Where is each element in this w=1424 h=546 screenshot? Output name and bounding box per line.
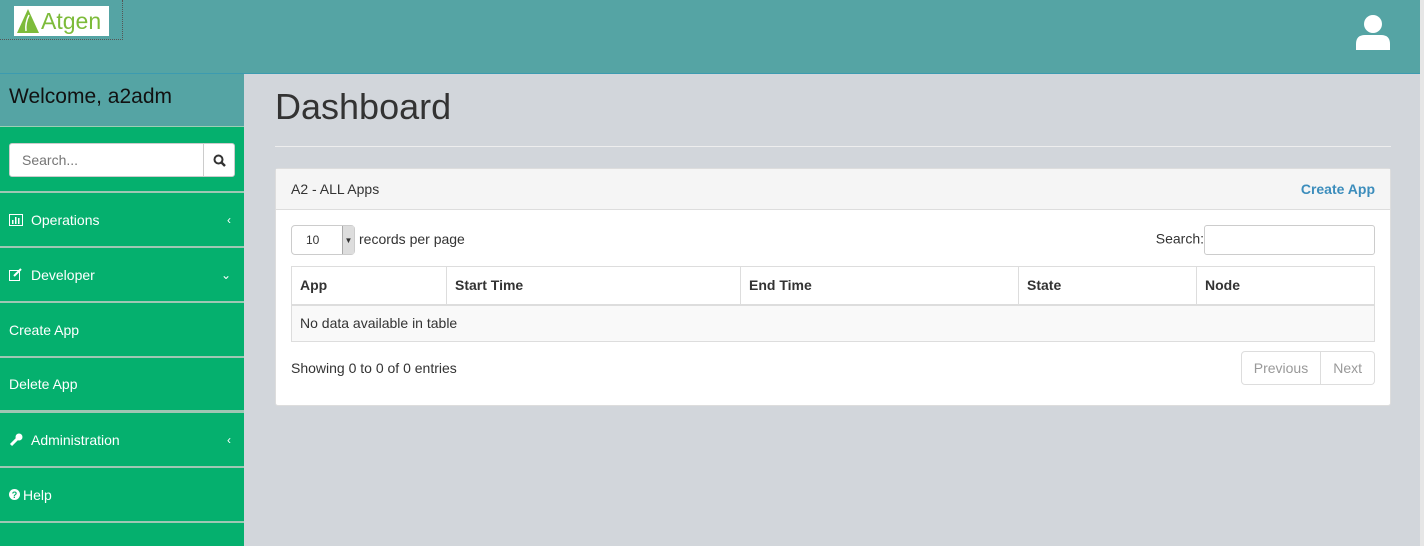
scrollbar[interactable]: [1420, 0, 1424, 546]
sidebar-item-administration[interactable]: Administration ‹: [0, 413, 244, 468]
sidebar-item-help[interactable]: ? Help: [0, 468, 244, 523]
chevron-left-icon: ‹: [227, 212, 231, 227]
chevron-left-icon: ‹: [227, 432, 231, 447]
empty-table-message: No data available in table: [291, 304, 1375, 342]
page-size-select[interactable]: 10 ▼: [291, 225, 355, 255]
bar-chart-icon: [9, 213, 25, 226]
user-icon[interactable]: [1356, 14, 1390, 50]
sidebar-item-operations[interactable]: Operations ‹: [0, 193, 244, 248]
panel-title: A2 - ALL Apps: [291, 181, 380, 197]
logo-icon: [17, 9, 39, 33]
table-info: Showing 0 to 0 of 0 entries: [291, 360, 457, 376]
page-size-value: 10: [306, 233, 320, 247]
sidebar-search: [9, 143, 235, 177]
search-button[interactable]: [203, 144, 234, 176]
sidebar-item-create-app[interactable]: Create App: [0, 303, 244, 358]
create-app-link[interactable]: Create App: [1301, 181, 1375, 197]
edit-icon: [9, 268, 25, 281]
chevron-down-icon: ⌄: [220, 267, 231, 282]
sidebar-item-label: Help: [23, 486, 52, 503]
wrench-icon: [9, 433, 25, 447]
sidebar-item-label: Delete App: [9, 376, 78, 392]
records-label: records per page: [359, 231, 465, 247]
previous-button[interactable]: Previous: [1240, 351, 1322, 385]
page-title: Dashboard: [275, 86, 1391, 147]
sidebar-item-delete-app[interactable]: Delete App: [0, 358, 244, 413]
column-header-app[interactable]: App: [291, 266, 447, 306]
column-header-state[interactable]: State: [1018, 266, 1197, 306]
sidebar-item-label: Developer: [31, 266, 95, 283]
question-circle-icon: ?: [9, 489, 21, 500]
top-header: Atgen: [0, 0, 1420, 74]
table-search-input[interactable]: [1204, 225, 1375, 255]
column-header-start-time[interactable]: Start Time: [446, 266, 741, 306]
column-header-end-time[interactable]: End Time: [740, 266, 1019, 306]
search-label: Search:: [1155, 230, 1204, 247]
search-icon: [213, 154, 226, 167]
sidebar-item-label: Create App: [9, 321, 80, 338]
dropdown-arrow-icon: ▼: [342, 226, 354, 254]
apps-table: App Start Time End Time State Node No da…: [291, 266, 1375, 342]
sidebar-item-developer[interactable]: Developer ⌄: [0, 248, 244, 303]
sidebar-item-label: Operations: [31, 211, 100, 228]
logo: Atgen: [14, 6, 109, 36]
svg-text:?: ?: [12, 490, 18, 500]
welcome-text: Welcome, a2adm: [0, 74, 244, 127]
pagination: Previous Next: [1240, 351, 1375, 385]
main-content: Dashboard A2 - ALL Apps Create App 10 ▼ re…: [275, 74, 1391, 406]
sidebar-item-label: Administration: [31, 431, 120, 448]
next-button[interactable]: Next: [1321, 351, 1375, 385]
sidebar: Welcome, a2adm Operations ‹ Developer ⌄ …: [0, 74, 244, 546]
logo-link[interactable]: Atgen: [0, 0, 123, 40]
apps-panel: A2 - ALL Apps Create App 10 ▼ records per …: [275, 168, 1391, 406]
column-header-node[interactable]: Node: [1196, 266, 1375, 306]
logo-text: Atgen: [41, 7, 102, 34]
sidebar-search-input[interactable]: [10, 144, 203, 176]
